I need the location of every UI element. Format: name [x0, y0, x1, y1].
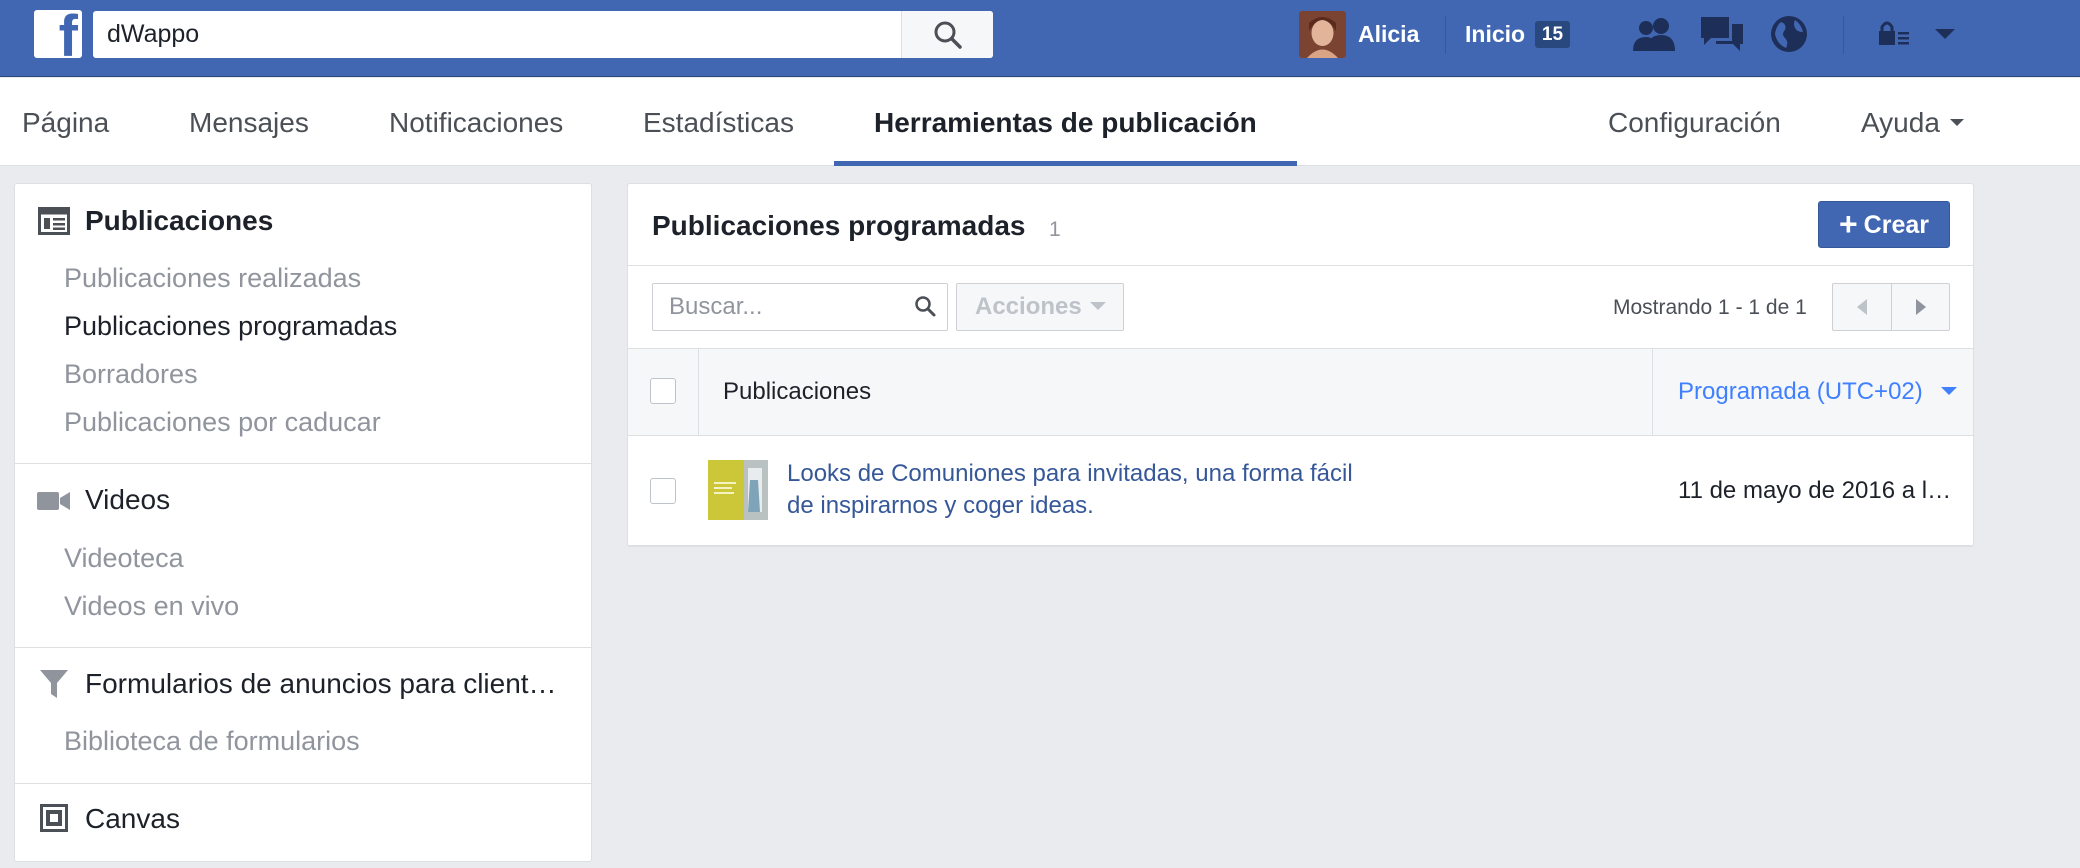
next-page-button[interactable]: [1891, 284, 1949, 330]
tab-herramientas-de-publicacion[interactable]: Herramientas de publicación: [874, 78, 1257, 166]
active-tab-indicator: [834, 161, 1297, 166]
column-divider: [698, 349, 699, 435]
column-header-publicaciones: Publicaciones: [723, 378, 872, 405]
topbar-divider: [1843, 16, 1844, 54]
actions-dropdown-label: Acciones: [975, 293, 1082, 320]
sidebar-divider: [15, 647, 591, 648]
sidebar-section-formularios[interactable]: Formularios de anuncios para client…: [85, 666, 557, 702]
actions-dropdown[interactable]: Acciones: [956, 283, 1124, 331]
sidebar-item-publicaciones-realizadas[interactable]: Publicaciones realizadas: [64, 260, 361, 296]
panel-header-divider: [628, 265, 1973, 266]
tab-estadisticas[interactable]: Estadísticas: [643, 78, 794, 166]
sidebar-divider: [15, 463, 591, 464]
post-title-line-1: Looks de Comuniones para invitadas, una …: [787, 460, 1353, 487]
topbar-divider: [1445, 16, 1446, 54]
tab-mensajes[interactable]: Mensajes: [189, 78, 309, 166]
tab-ayuda[interactable]: Ayuda: [1861, 78, 1964, 166]
home-link[interactable]: Inicio: [1465, 0, 1525, 68]
search-button[interactable]: [901, 11, 993, 58]
posts-search-field[interactable]: [652, 283, 948, 331]
column-header-programada[interactable]: Programada (UTC+02): [1678, 349, 1957, 435]
sidebar-divider: [15, 783, 591, 784]
post-title-line-2: de inspirarnos y coger ideas.: [787, 492, 1094, 519]
sidebar-item-videoteca[interactable]: Videoteca: [64, 540, 184, 576]
messages-icon[interactable]: [1697, 12, 1747, 56]
left-sidebar: Publicaciones Publicaciones realizadas P…: [14, 183, 592, 862]
create-button-label: Crear: [1863, 211, 1929, 239]
global-search-box[interactable]: dWappo: [93, 11, 993, 58]
sidebar-section-publicaciones[interactable]: Publicaciones: [85, 203, 273, 239]
globe-icon[interactable]: [1764, 12, 1814, 56]
sidebar-item-publicaciones-por-caducar[interactable]: Publicaciones por caducar: [64, 404, 381, 440]
tab-configuracion[interactable]: Configuración: [1608, 78, 1781, 166]
sort-chevron-down-icon: [1940, 386, 1957, 395]
tab-notificaciones[interactable]: Notificaciones: [389, 78, 563, 166]
pagination-controls: [1832, 283, 1950, 331]
page-navigation: Página Mensajes Notificaciones Estadísti…: [0, 78, 2080, 166]
friends-icon[interactable]: [1630, 12, 1680, 56]
post-title-link[interactable]: Looks de Comuniones para invitadas, una …: [787, 458, 1387, 522]
sidebar-item-borradores[interactable]: Borradores: [64, 356, 198, 392]
sidebar-item-videos-en-vivo[interactable]: Videos en vivo: [64, 588, 239, 624]
plus-icon: +: [1838, 206, 1858, 242]
search-icon: [915, 296, 936, 317]
thumbnail-image: [708, 460, 768, 520]
post-thumbnail[interactable]: [708, 460, 768, 520]
facebook-logo-letter: f: [58, 10, 78, 58]
pagination-status: Mostrando 1 - 1 de 1: [1613, 296, 1807, 319]
user-name-link[interactable]: Alicia: [1358, 0, 1419, 68]
post-scheduled-date: 11 de mayo de 2016 a l…: [1678, 477, 1952, 504]
search-icon: [934, 21, 962, 49]
privacy-lock-icon[interactable]: [1869, 12, 1919, 56]
sidebar-item-publicaciones-programadas[interactable]: Publicaciones programadas: [64, 308, 397, 344]
chevron-down-icon: [1949, 119, 1964, 127]
column-divider: [1652, 349, 1653, 435]
top-navigation-bar: f dWappo Alicia Inicio 15: [0, 0, 2080, 77]
sidebar-section-videos[interactable]: Videos: [85, 482, 170, 518]
global-search-input[interactable]: dWappo: [107, 11, 199, 58]
avatar-image: [1299, 11, 1346, 58]
row-checkbox[interactable]: [650, 478, 676, 504]
select-all-checkbox[interactable]: [650, 378, 676, 404]
filter-funnel-icon: [37, 667, 71, 701]
chevron-right-icon: [1915, 299, 1926, 315]
chevron-down-icon: [1089, 301, 1106, 310]
account-menu-icon[interactable]: [1920, 12, 1970, 56]
posts-search-input[interactable]: [653, 284, 903, 330]
panel-count-badge: 1: [1049, 218, 1061, 241]
sidebar-item-biblioteca-de-formularios[interactable]: Biblioteca de formularios: [64, 723, 360, 759]
facebook-logo[interactable]: f: [34, 10, 82, 58]
publications-icon: [37, 204, 71, 238]
tab-pagina[interactable]: Página: [22, 78, 109, 166]
scheduled-posts-panel: Publicaciones programadas 1 +Crear Accio…: [627, 183, 1974, 547]
table-row: Looks de Comuniones para invitadas, una …: [628, 436, 1973, 546]
home-notification-count: 15: [1535, 21, 1570, 48]
create-post-button[interactable]: + Crear: [1818, 201, 1950, 248]
canvas-icon: [37, 801, 71, 835]
video-camera-icon: [37, 484, 71, 518]
column-header-programada-label: Programada (UTC+02): [1678, 378, 1923, 405]
user-avatar[interactable]: [1299, 11, 1346, 58]
table-header: Publicaciones Programada (UTC+02): [628, 348, 1973, 436]
previous-page-button[interactable]: [1833, 284, 1891, 330]
sidebar-section-canvas[interactable]: Canvas: [85, 801, 180, 837]
chevron-left-icon: [1857, 299, 1867, 315]
tab-ayuda-label: Ayuda: [1861, 107, 1940, 138]
panel-title: Publicaciones programadas: [652, 210, 1026, 241]
